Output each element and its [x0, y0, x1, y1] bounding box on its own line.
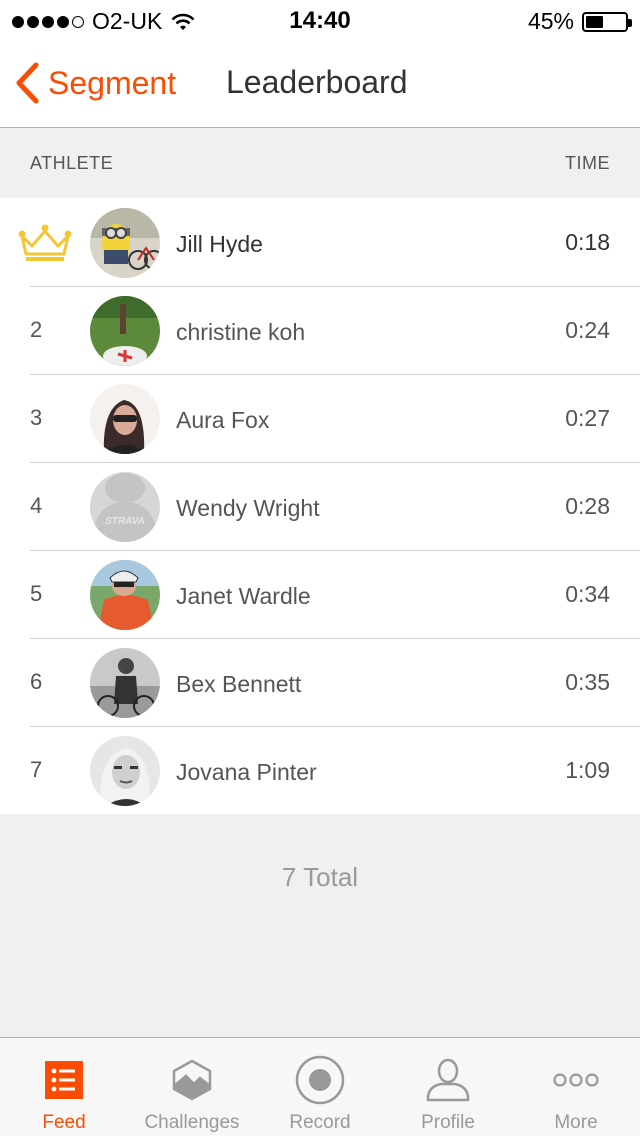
tab-record[interactable]: Record — [256, 1038, 384, 1136]
leaderboard-row[interactable]: Jill Hyde 0:18 — [0, 198, 640, 286]
crown-icon — [18, 224, 72, 261]
record-icon — [294, 1054, 346, 1106]
leaderboard-row[interactable]: 4 STRAVA Wendy Wright 0:28 — [0, 462, 640, 550]
battery-icon — [582, 11, 632, 32]
segment-time: 0:24 — [565, 317, 610, 343]
page-title: Leaderboard — [226, 64, 408, 100]
rank-label: 4 — [30, 493, 43, 518]
segment-time: 0:34 — [565, 581, 610, 607]
athlete-name: christine koh — [176, 319, 306, 345]
leaderboard-row[interactable]: 6 Bex Bennett 0:35 — [0, 638, 640, 726]
segment-time: 0:18 — [565, 229, 610, 255]
more-icon — [550, 1054, 602, 1106]
tab-label: Feed — [42, 1112, 86, 1133]
svg-text:STRAVA: STRAVA — [105, 516, 145, 527]
column-header: ATHLETE TIME — [0, 129, 640, 198]
leaderboard-list: Jill Hyde 0:18 2 christine koh 0:24 3 Au… — [0, 198, 640, 814]
athlete-name: Janet Wardle — [176, 583, 311, 609]
leaderboard-row[interactable]: 5 Janet Wardle 0:34 — [0, 550, 640, 638]
avatar[interactable] — [90, 208, 160, 278]
chevron-left-icon — [16, 62, 39, 104]
rank-label: 5 — [30, 581, 43, 606]
tab-more[interactable]: More — [512, 1038, 640, 1136]
athlete-column-label: ATHLETE — [30, 153, 114, 173]
challenges-icon — [166, 1054, 218, 1106]
segment-time: 0:28 — [565, 493, 610, 519]
tab-profile[interactable]: Profile — [384, 1038, 512, 1136]
leaderboard-row[interactable]: 3 Aura Fox 0:27 — [0, 374, 640, 462]
avatar[interactable] — [90, 648, 160, 718]
avatar[interactable] — [90, 560, 160, 630]
battery-percent: 45% — [527, 8, 574, 34]
tab-challenges[interactable]: Challenges — [128, 1038, 256, 1136]
status-right: 45% — [527, 8, 632, 35]
tab-label: Record — [289, 1112, 351, 1133]
time-column-label: TIME — [565, 153, 610, 173]
back-label: Segment — [48, 64, 177, 101]
leaderboard-row[interactable]: 2 christine koh 0:24 — [0, 286, 640, 374]
navigation-bar: Segment Leaderboard — [0, 40, 640, 128]
segment-time: 0:27 — [565, 405, 610, 431]
rank-label: 3 — [30, 405, 43, 430]
rank-label: 7 — [30, 757, 43, 782]
avatar[interactable] — [90, 296, 160, 366]
athlete-name: Jovana Pinter — [176, 759, 317, 785]
avatar[interactable]: STRAVA — [90, 472, 160, 542]
athlete-name: Aura Fox — [176, 407, 270, 433]
status-bar: O2-UK 14:40 45% — [0, 0, 640, 40]
total-count: 7 Total — [281, 862, 359, 892]
tab-label: Profile — [421, 1112, 475, 1133]
athlete-name: Bex Bennett — [176, 671, 302, 697]
tab-label: Challenges — [144, 1112, 240, 1133]
feed-icon — [38, 1054, 90, 1106]
avatar[interactable] — [90, 736, 160, 806]
athlete-name: Jill Hyde — [176, 231, 263, 257]
athlete-name: Wendy Wright — [176, 495, 320, 521]
profile-icon — [422, 1054, 474, 1106]
rank-label: 2 — [30, 317, 43, 342]
segment-time: 1:09 — [565, 757, 610, 783]
leaderboard-row[interactable]: 7 Jovana Pinter 1:09 — [0, 726, 640, 814]
tab-feed[interactable]: Feed — [0, 1038, 128, 1136]
tab-label: More — [554, 1112, 598, 1133]
back-button[interactable]: Segment — [14, 62, 176, 104]
segment-time: 0:35 — [565, 669, 610, 695]
tab-bar: Feed Challenges Record Profile More — [0, 1037, 640, 1136]
avatar[interactable] — [90, 384, 160, 454]
rank-label: 6 — [30, 669, 43, 694]
